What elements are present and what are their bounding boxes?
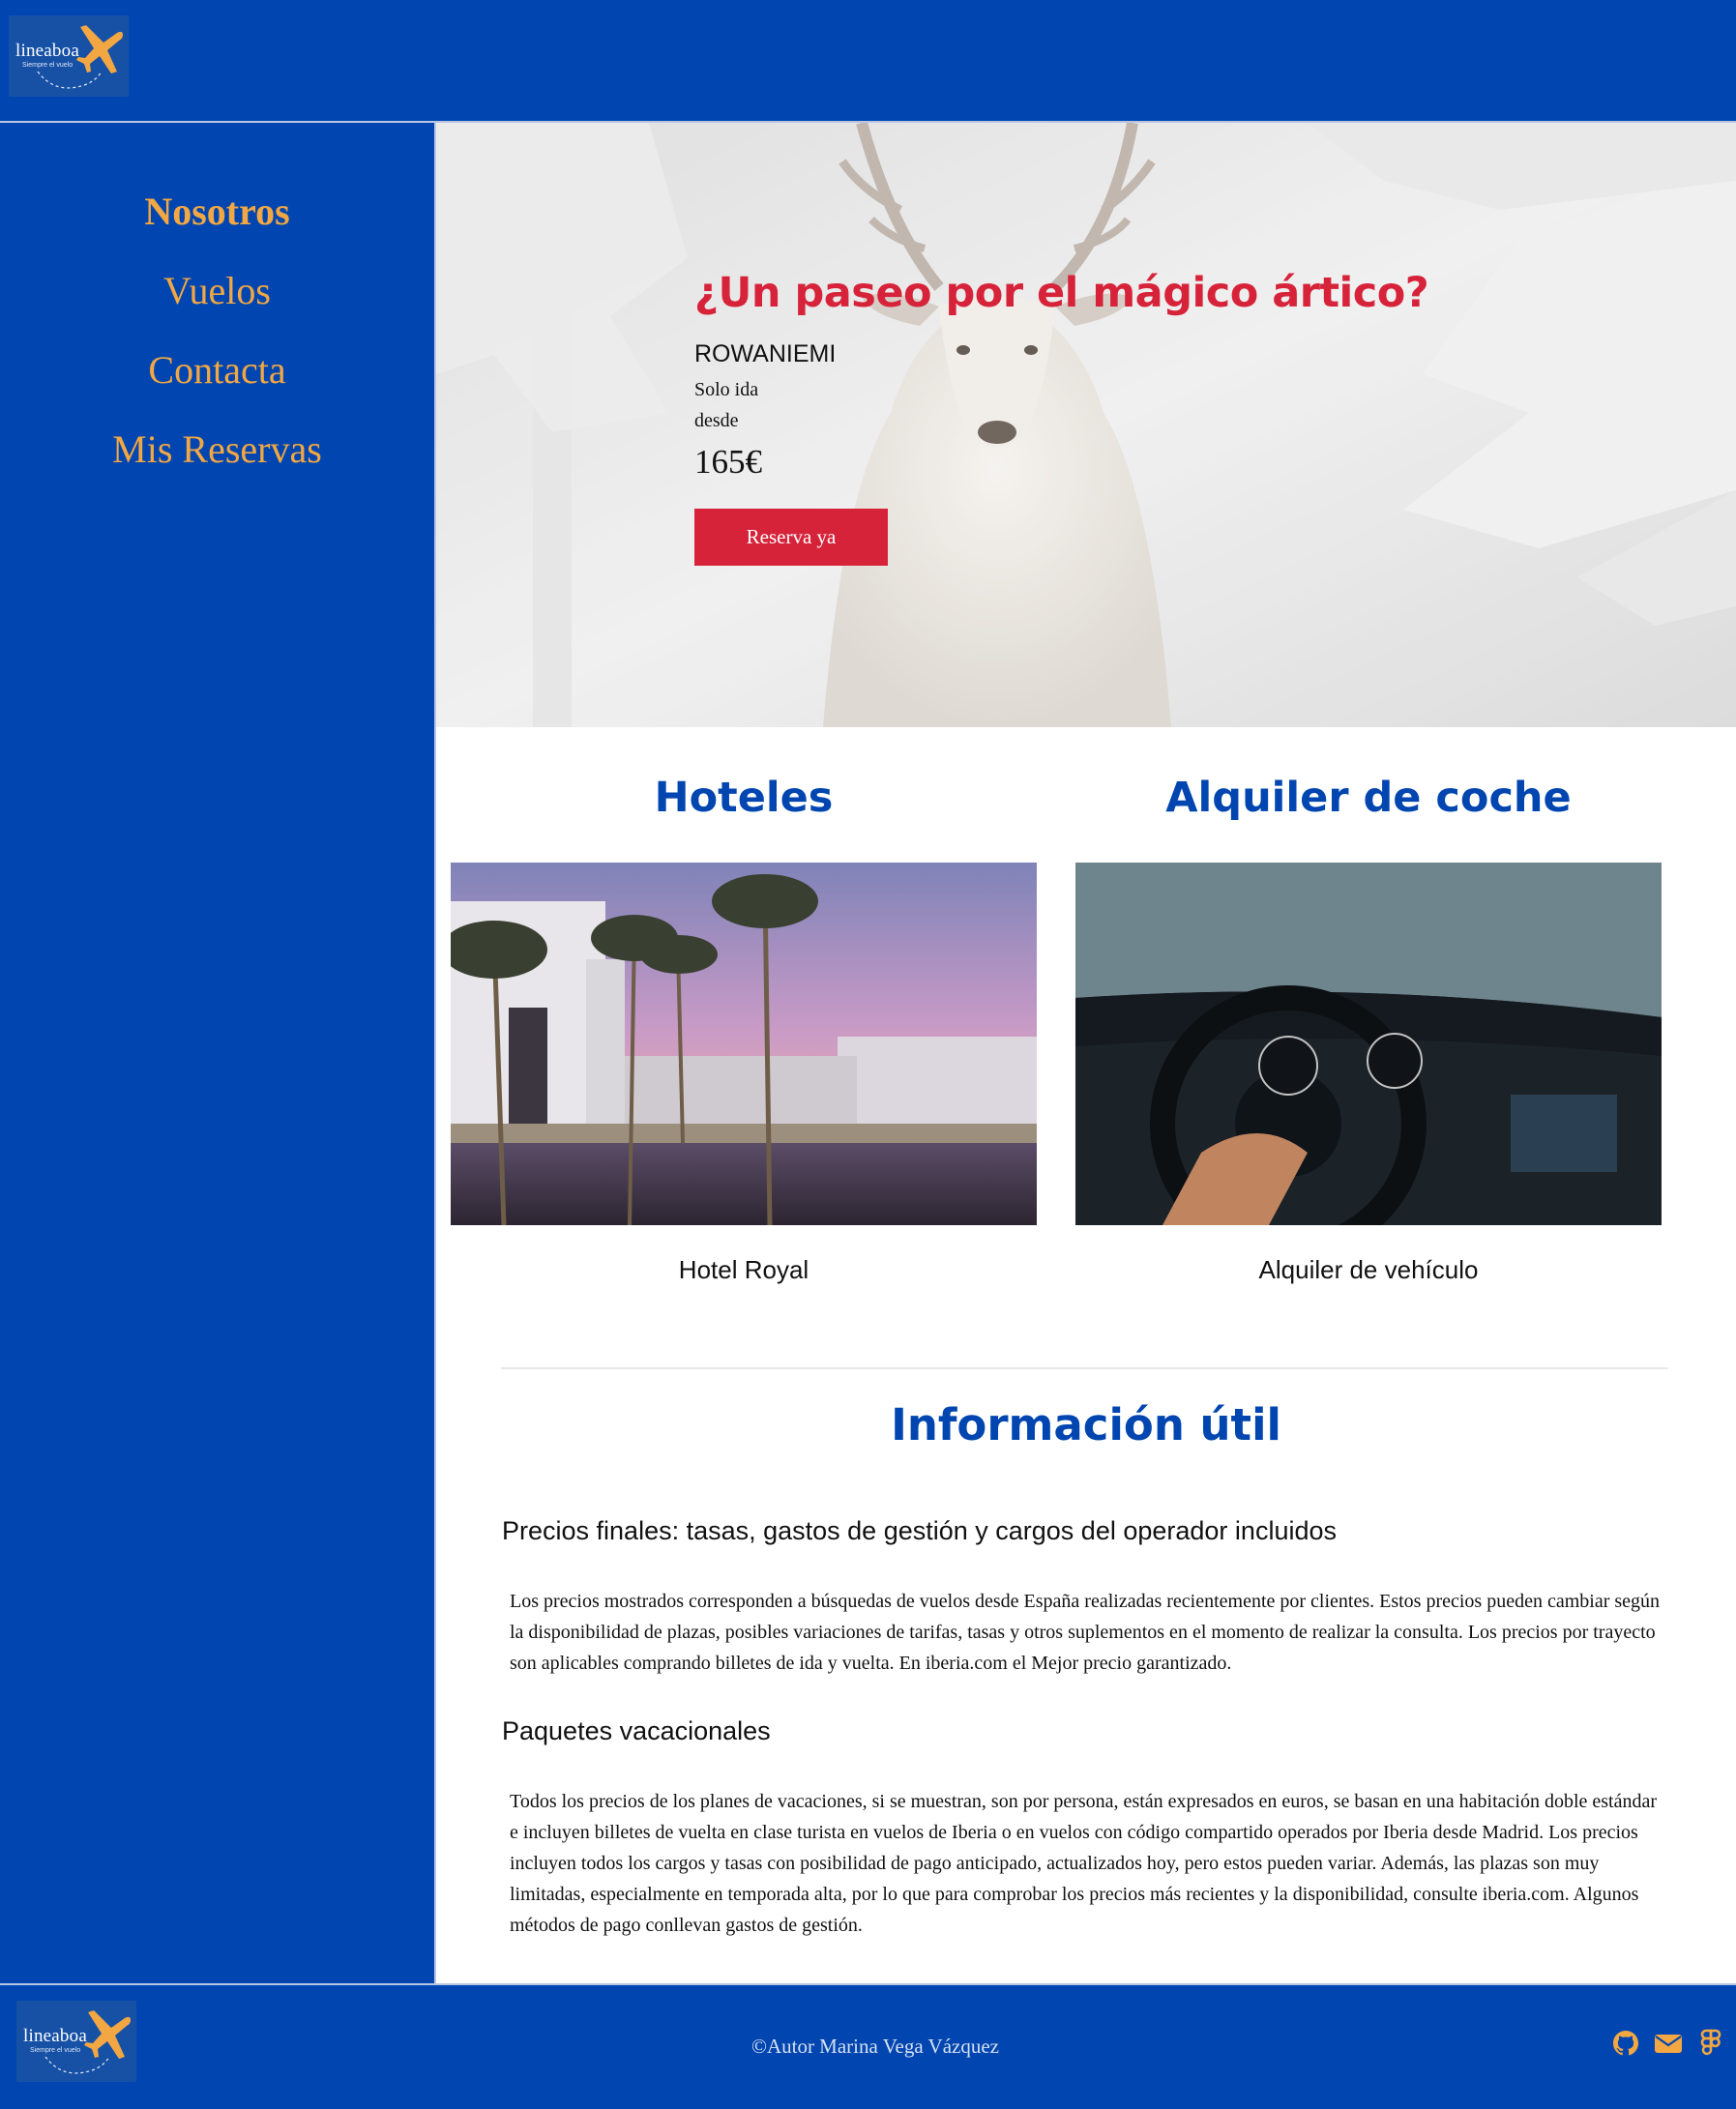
top-header xyxy=(0,0,1736,121)
info-text-paquetes: Todos los precios de los planes de vacac… xyxy=(510,1791,1658,1936)
info-heading-precios: Precios finales: tasas, gastos de gestió… xyxy=(502,1516,1337,1545)
info-title: Información útil xyxy=(891,1399,1281,1450)
car-image[interactable] xyxy=(1075,863,1662,1225)
hero-title: ¿Un paseo por el mágico ártico? xyxy=(694,269,1429,317)
hero-price: 165€ xyxy=(694,443,762,481)
logo-brand-text: lineaboa xyxy=(15,41,79,61)
copyright-text: ©Autor Marina Vega Vázquez xyxy=(750,2035,999,2058)
section-title-alquiler: Alquiler de coche xyxy=(1165,774,1572,822)
reserve-button[interactable]: Reserva ya xyxy=(694,509,888,566)
hotel-photo xyxy=(451,863,1037,1225)
nav-item-vuelos[interactable]: Vuelos xyxy=(0,251,434,331)
hero-from-label: desde xyxy=(694,410,739,431)
nav-item-nosotros[interactable]: Nosotros xyxy=(0,172,434,251)
github-icon[interactable] xyxy=(1610,2028,1641,2059)
hotel-image[interactable] xyxy=(451,863,1037,1225)
section-divider xyxy=(501,1367,1668,1369)
section-title-hoteles: Hoteles xyxy=(654,774,834,822)
car-photo xyxy=(1075,863,1662,1225)
hero-banner xyxy=(436,123,1736,727)
figma-icon[interactable] xyxy=(1695,2028,1726,2059)
nav-item-contacta[interactable]: Contacta xyxy=(0,331,434,410)
email-icon[interactable] xyxy=(1653,2028,1684,2059)
footer-divider xyxy=(0,1983,1736,1985)
nav-item-mis-reservas[interactable]: Mis Reservas xyxy=(0,410,434,489)
info-heading-paquetes: Paquetes vacacionales xyxy=(502,1716,771,1745)
hero-background-image xyxy=(436,123,1736,727)
header-logo[interactable]: lineaboa Siempre el vuelo xyxy=(9,15,129,97)
hotel-caption: Hotel Royal xyxy=(678,1255,809,1284)
info-text-precios: Los precios mostrados corresponden a bús… xyxy=(510,1591,1661,1674)
hero-destination: ROWANIEMI xyxy=(694,340,837,367)
hero-trip-type: Solo ida xyxy=(694,379,759,400)
flight-path-icon xyxy=(37,71,103,89)
sidebar-nav: Nosotros Vuelos Contacta Mis Reservas xyxy=(0,172,434,489)
car-rental-caption: Alquiler de vehículo xyxy=(1258,1255,1479,1284)
